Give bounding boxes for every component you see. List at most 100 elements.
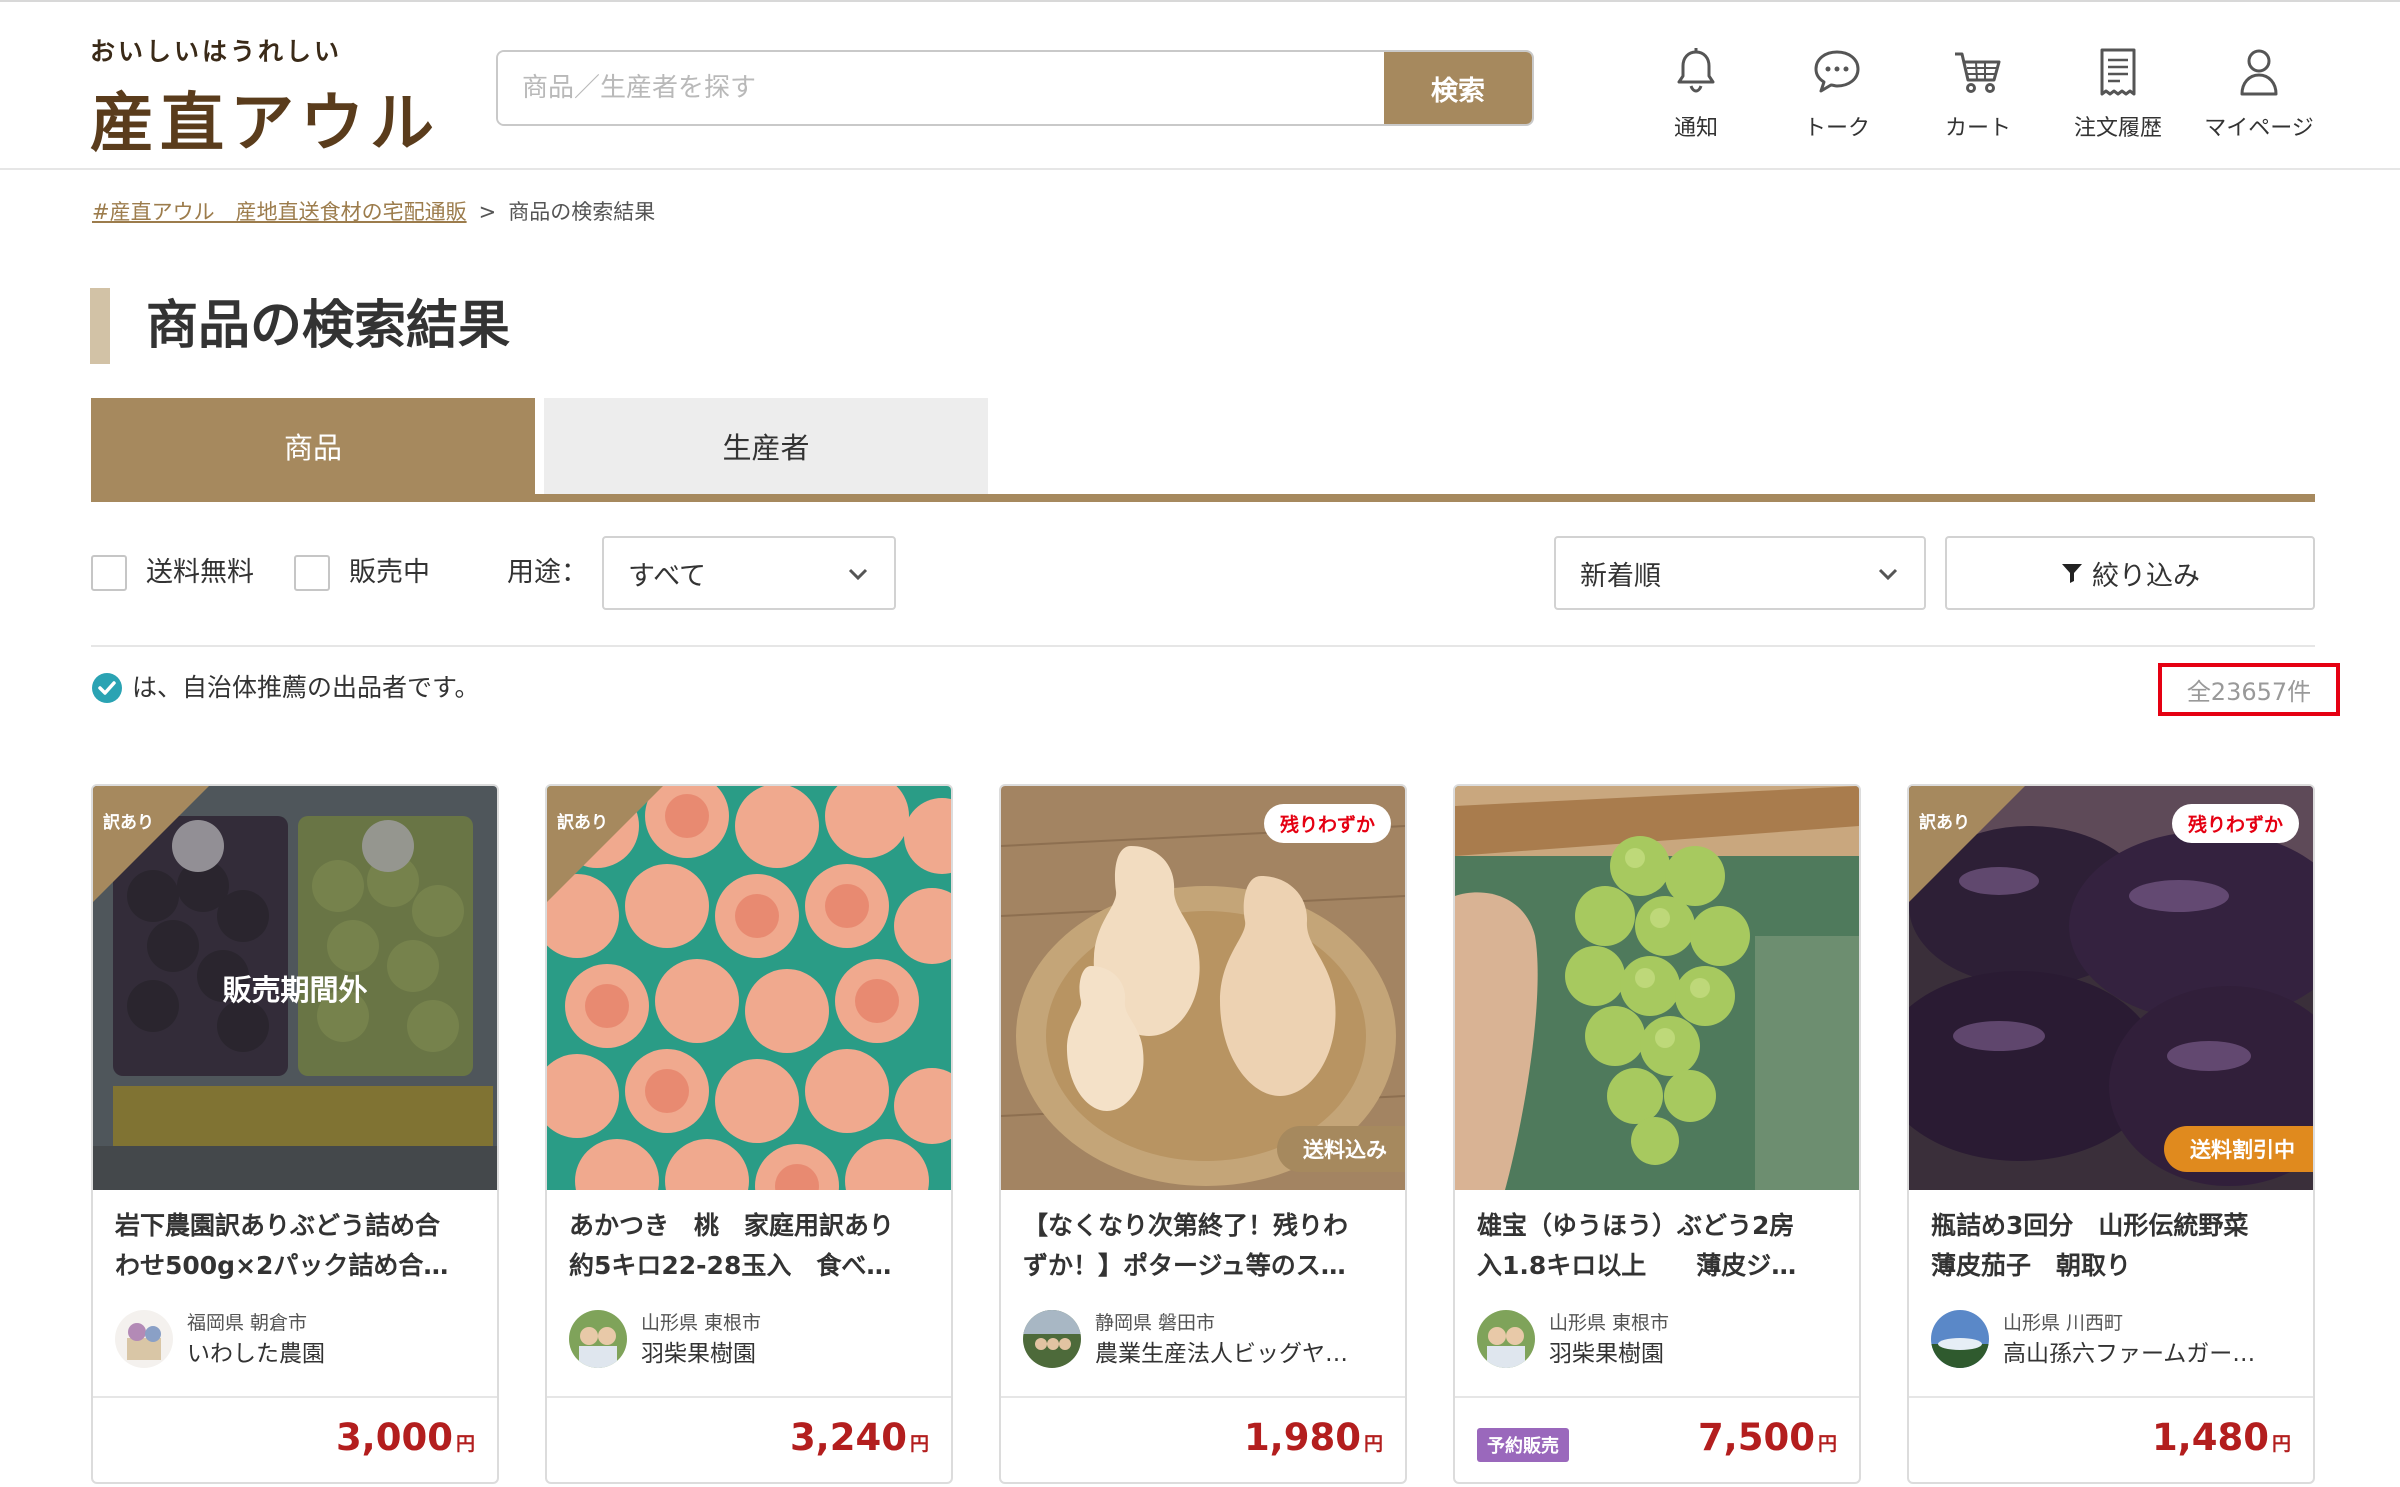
wakeari-label: 訳あり [557, 813, 608, 833]
product-title-line2: 約5キロ22-28玉入 食べ… [569, 1251, 892, 1280]
producer-name: 羽柴果樹園 [641, 1341, 756, 1367]
product-title[interactable]: 岩下農園訳ありぶどう詰め合 わせ500g×2パック詰め合… [115, 1206, 475, 1286]
usage-select[interactable]: すべて [602, 536, 896, 610]
nav-cart[interactable]: カート [1908, 44, 2048, 142]
product-image[interactable]: 残りわずか 送料込み [1001, 786, 1405, 1190]
product-title[interactable]: 【なくなり次第終了！残りわ ずか！】ポタージュ等のス… [1023, 1206, 1383, 1286]
bell-icon [1677, 48, 1715, 93]
check-badge-icon [92, 673, 122, 703]
sort-select[interactable]: 新着順 [1554, 536, 1926, 610]
nav-talk[interactable]: トーク [1767, 44, 1907, 142]
product-title[interactable]: 瓶詰め3回分 山形伝統野菜 薄皮茄子 朝取り [1931, 1206, 2291, 1286]
free-shipping-checkbox[interactable] [91, 555, 127, 591]
producer-name: いわした農園 [187, 1341, 325, 1367]
product-title[interactable]: あかつき 桃 家庭用訳あり 約5キロ22-28玉入 食べ… [569, 1206, 929, 1286]
product-image[interactable]: 訳あり 残りわずか 送料割引中 [1909, 786, 2313, 1190]
product-price: 1,480 円 [2152, 1416, 2291, 1459]
product-image[interactable]: 販売期間外 訳あり [93, 786, 497, 1190]
nav-label-notifications: 通知 [1673, 116, 1718, 141]
product-image[interactable]: 訳あり [547, 786, 951, 1190]
product-title-line1: 雄宝（ゆうほう）ぶどう2房 [1477, 1211, 1795, 1240]
breadcrumb-current: 商品の検索結果 [508, 200, 656, 224]
wakeari-corner [1909, 786, 2025, 902]
shipping-discount-badge: 送料割引中 [2164, 1126, 2313, 1172]
producer-prefecture: 静岡県 磐田市 [1095, 1312, 1216, 1334]
producer-avatar [1023, 1310, 1081, 1368]
product-card[interactable]: 販売期間外 訳あり 岩下農園訳ありぶどう詰め合 わせ500g×2パック詰め合… … [91, 784, 499, 1484]
product-image[interactable] [1455, 786, 1859, 1190]
producer-avatar [1477, 1310, 1535, 1368]
green-grape-image [1455, 786, 1859, 1190]
price-currency: 円 [1817, 1433, 1837, 1455]
low-stock-badge: 残りわずか [1263, 804, 1391, 843]
card-divider [93, 1396, 497, 1398]
site-header: おいしいはうれしい 産直アウル 検索 通知 トーク カート 注文履歴 マイページ [0, 2, 2400, 170]
product-card[interactable]: 雄宝（ゆうほう）ぶどう2房 入1.8キロ以上 薄皮ジ… 山形県 東根市 羽柴果樹… [1453, 784, 1861, 1484]
low-stock-badge: 残りわずか [2171, 804, 2299, 843]
logo-tagline: おいしいはうれしい [90, 37, 343, 66]
site-logo[interactable]: おいしいはうれしい 産直アウル [90, 32, 434, 161]
card-divider [1001, 1396, 1405, 1398]
breadcrumb-home-link[interactable]: #産直アウル 産地直送食材の宅配通販 [92, 200, 467, 224]
nav-order-history[interactable]: 注文履歴 [2048, 44, 2188, 142]
chevron-down-icon [1878, 568, 1898, 581]
nav-label-talk: トーク [1803, 116, 1870, 141]
on-sale-checkbox[interactable] [294, 555, 330, 591]
producer-name: 高山孫六ファームガー… [2003, 1341, 2256, 1367]
producer-info[interactable]: 山形県 東根市 羽柴果樹園 [569, 1308, 939, 1370]
chat-icon [1814, 50, 1860, 93]
filter-icon [2062, 564, 2082, 583]
product-card[interactable]: 訳あり あかつき 桃 家庭用訳あり 約5キロ22-28玉入 食べ… 山形県 東根… [545, 784, 953, 1484]
free-shipping-label[interactable]: 送料無料 [146, 553, 254, 593]
product-price: 3,240 円 [790, 1416, 929, 1459]
narrow-down-button[interactable]: 絞り込み [1945, 536, 2315, 610]
search-button[interactable]: 検索 [1384, 52, 1532, 124]
wakeari-label: 訳あり [103, 813, 154, 833]
nav-notifications[interactable]: 通知 [1626, 44, 1766, 142]
price-value: 1,980 [1243, 1416, 1361, 1459]
search-bar: 検索 [496, 50, 1534, 126]
producer-name: 羽柴果樹園 [1549, 1341, 1664, 1367]
product-title[interactable]: 雄宝（ゆうほう）ぶどう2房 入1.8キロ以上 薄皮ジ… [1477, 1206, 1837, 1286]
shipping-included-badge: 送料込み [1277, 1126, 1405, 1172]
product-price: 1,980 円 [1244, 1416, 1383, 1459]
price-currency: 円 [455, 1433, 475, 1455]
producer-info[interactable]: 静岡県 磐田市 農業生産法人ビッグヤ… [1023, 1308, 1393, 1370]
product-title-line1: 岩下農園訳ありぶどう詰め合 [115, 1211, 441, 1240]
search-input[interactable] [498, 52, 1384, 124]
narrow-down-label: 絞り込み [2092, 560, 2200, 592]
card-divider [547, 1396, 951, 1398]
product-title-line1: 【なくなり次第終了！残りわ [1023, 1211, 1349, 1240]
producer-info[interactable]: 山形県 東根市 羽柴果樹園 [1477, 1308, 1847, 1370]
producer-avatar [569, 1310, 627, 1368]
price-value: 7,500 [1697, 1416, 1815, 1459]
product-title-line2: わせ500g×2パック詰め合… [115, 1251, 449, 1280]
producer-avatar [1931, 1310, 1989, 1368]
title-accent-bar [90, 288, 110, 364]
nav-label-mypage: マイページ [2204, 116, 2314, 141]
product-price: 7,500 円 [1698, 1416, 1837, 1459]
usage-label: 用途： [507, 557, 588, 588]
preorder-badge: 予約販売 [1477, 1428, 1569, 1462]
product-card[interactable]: 訳あり 残りわずか 送料割引中 瓶詰め3回分 山形伝統野菜 薄皮茄子 朝取り 山… [1907, 784, 2315, 1484]
producer-info[interactable]: 福岡県 朝倉市 いわした農園 [115, 1308, 485, 1370]
cart-icon [1955, 52, 2001, 93]
price-value: 1,480 [2151, 1416, 2269, 1459]
breadcrumb-separator: > [478, 200, 497, 224]
wakeari-corner [93, 786, 209, 902]
nav-mypage[interactable]: マイページ [2189, 44, 2329, 142]
producer-prefecture: 山形県 東根市 [1549, 1312, 1670, 1334]
receipt-icon [2100, 48, 2136, 96]
logo-wordmark: 産直アウル [90, 87, 440, 161]
tab-producers[interactable]: 生産者 [544, 398, 988, 494]
product-title-line1: 瓶詰め3回分 山形伝統野菜 [1931, 1211, 2249, 1240]
on-sale-label[interactable]: 販売中 [349, 553, 430, 593]
nav-label-cart: カート [1944, 116, 2011, 141]
producer-info[interactable]: 山形県 川西町 高山孫六ファームガー… [1931, 1308, 2301, 1370]
tab-products[interactable]: 商品 [91, 398, 535, 494]
producer-prefecture: 福岡県 朝倉市 [187, 1312, 308, 1334]
product-card[interactable]: 残りわずか 送料込み 【なくなり次第終了！残りわ ずか！】ポタージュ等のス… 静… [999, 784, 1407, 1484]
nav-label-order-history: 注文履歴 [2073, 116, 2162, 141]
product-title-line1: あかつき 桃 家庭用訳あり [569, 1211, 895, 1240]
product-title-line2: 薄皮茄子 朝取り [1931, 1251, 2132, 1280]
